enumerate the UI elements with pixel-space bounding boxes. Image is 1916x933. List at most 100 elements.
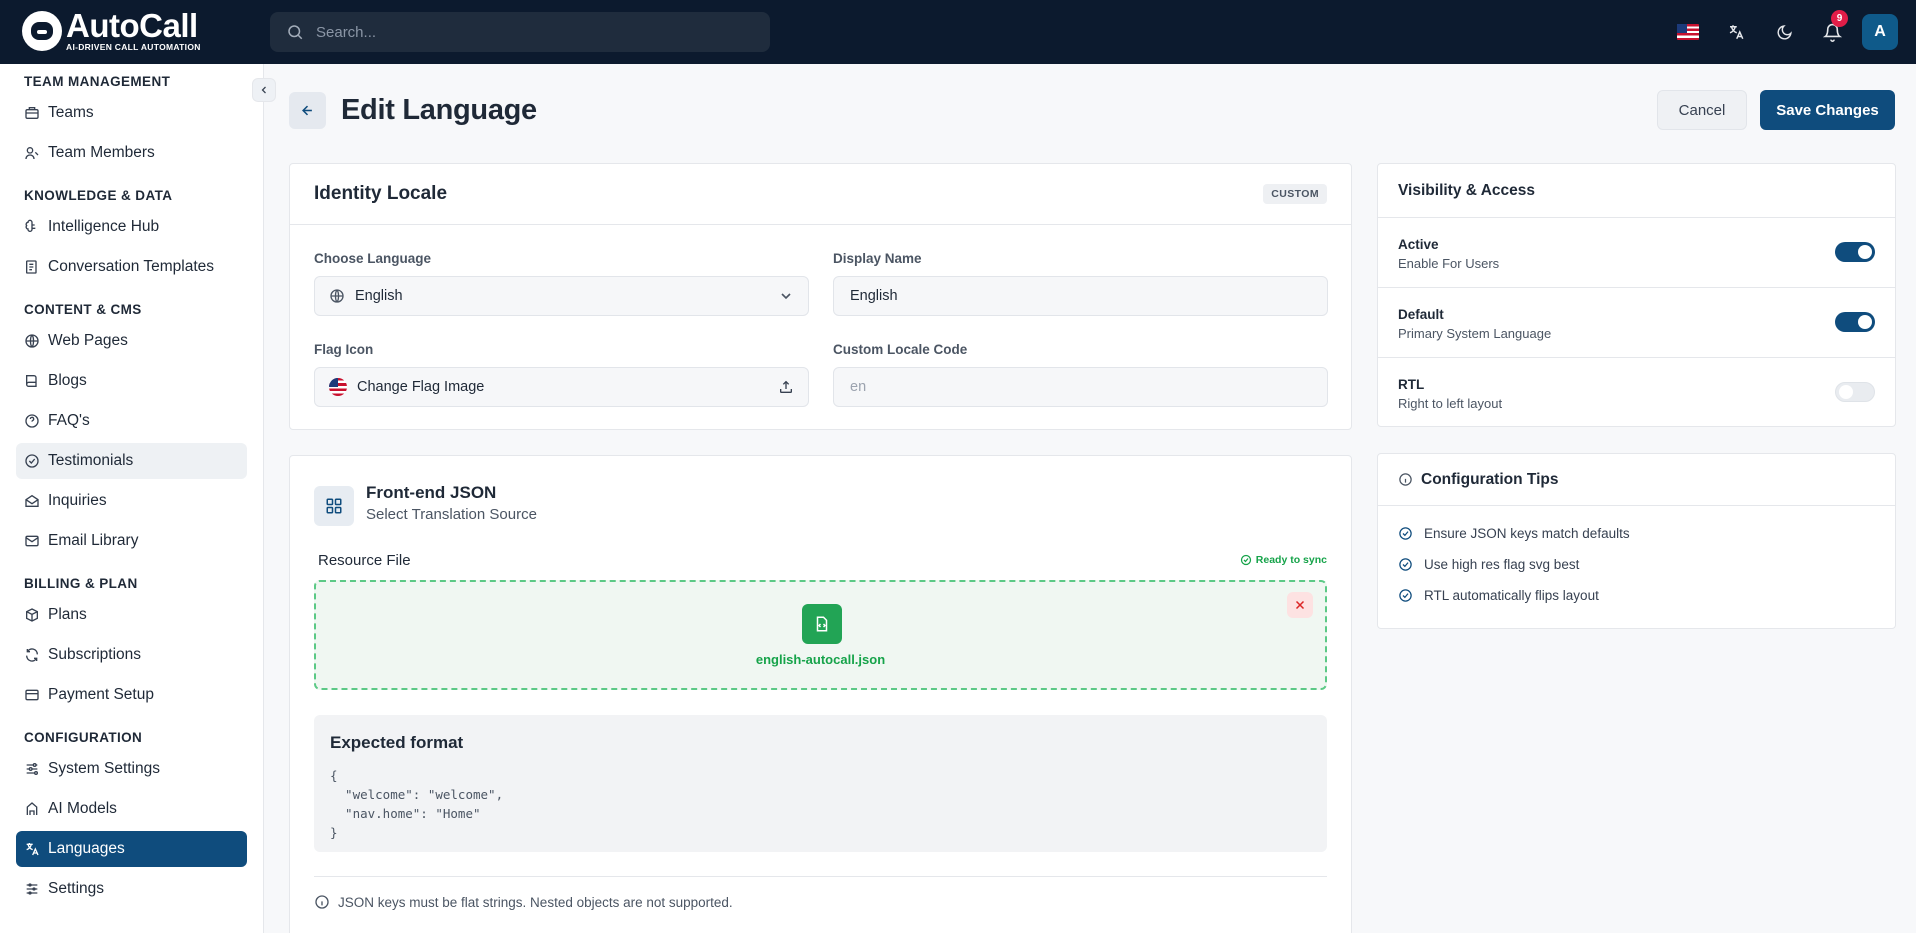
tip-item: RTL automatically flips layout [1378,580,1895,611]
sidebar-item-settings[interactable]: Settings [16,871,247,907]
help-circle-icon [25,414,39,428]
sidebar-item-intelligence-hub[interactable]: Intelligence Hub [16,209,247,245]
sidebar-item-languages[interactable]: Languages [16,831,247,867]
cancel-button[interactable]: Cancel [1657,90,1747,130]
check-circle-icon [1399,589,1412,602]
page-title: Edit Language [341,94,537,126]
ready-status: Ready to sync [1240,554,1327,566]
sidebar-item-conversation-templates[interactable]: Conversation Templates [16,249,247,285]
expected-format-code: { "welcome": "welcome", "nav.home": "Hom… [330,768,504,840]
sidebar-collapse-button[interactable] [252,78,276,102]
rtl-title: RTL [1398,377,1425,392]
check-circle-icon [1399,558,1412,571]
sidebar-item-team-members[interactable]: Team Members [16,135,247,171]
brand-name: AutoCall [66,7,198,44]
active-title: Active [1398,237,1439,252]
section-configuration: CONFIGURATION [24,729,143,745]
rtl-toggle[interactable] [1835,382,1875,402]
active-toggle[interactable] [1835,242,1875,262]
sidebar-item-system-settings[interactable]: System Settings [16,751,247,787]
brand-logo[interactable]: AutoCall AI-DRIVEN CALL AUTOMATION [22,7,201,52]
teams-icon [25,107,39,119]
search-icon [288,25,303,40]
search-bar[interactable] [270,12,770,52]
sidebar-item-subscriptions[interactable]: Subscriptions [16,637,247,673]
display-name-field[interactable]: English [833,276,1328,316]
sidebar: TEAM MANAGEMENT Teams Team Members KNOWL… [0,64,264,933]
remove-file-button[interactable] [1287,592,1313,618]
sidebar-item-ai-models[interactable]: AI Models [16,791,247,827]
active-row: Active Enable For Users [1378,218,1895,288]
search-input[interactable] [316,23,736,41]
sidebar-item-plans[interactable]: Plans [16,597,247,633]
languages-icon [26,843,39,856]
refresh-icon [25,648,39,662]
sidebar-item-payment-setup[interactable]: Payment Setup [16,677,247,713]
quote-icon [25,454,39,468]
expected-format-box: Expected format { "welcome": "welcome", … [314,715,1327,852]
brand-tagline: AI-DRIVEN CALL AUTOMATION [66,42,201,52]
default-subtitle: Primary System Language [1398,326,1552,341]
sidebar-item-testimonials[interactable]: Testimonials [16,443,247,479]
us-flag-icon [1677,24,1699,40]
upload-icon [780,380,792,393]
translate-button[interactable] [1712,0,1760,64]
sidebar-item-teams[interactable]: Teams [16,95,247,131]
identity-locale-card: Identity Locale CUSTOM Choose Language E… [289,163,1352,430]
theme-toggle-button[interactable] [1760,0,1808,64]
locale-code-field[interactable]: en [833,367,1328,407]
flag-icon-label: Flag Icon [314,342,374,357]
resource-file-label: Resource File [318,552,411,569]
user-avatar[interactable]: A [1862,14,1898,50]
frontend-json-title: Front-end JSON [366,483,497,502]
page-header: Edit Language [289,92,537,129]
configuration-tips-title: Configuration Tips [1421,470,1559,488]
template-icon [26,260,37,274]
sidebar-item-blogs[interactable]: Blogs [16,363,247,399]
close-icon [1295,600,1305,610]
top-bar: AutoCall AI-DRIVEN CALL AUTOMATION 9 A [0,0,1916,64]
identity-locale-title: Identity Locale [314,183,448,204]
language-flag-button[interactable] [1664,0,1712,64]
package-icon [26,608,38,622]
sidebar-item-faqs[interactable]: FAQ's [16,403,247,439]
info-icon [315,895,329,909]
globe-icon [25,334,39,348]
file-dropzone[interactable]: english-autocall.json [314,580,1327,690]
section-billing-plan: BILLING & PLAN [24,575,138,591]
configuration-tips-card: Configuration Tips Ensure JSON keys matc… [1377,453,1896,629]
back-button[interactable] [289,92,326,129]
default-toggle[interactable] [1835,312,1875,332]
globe-icon [330,289,344,303]
check-circle-icon [1240,554,1251,566]
sidebar-item-web-pages[interactable]: Web Pages [16,323,247,359]
translate-icon [1729,25,1744,40]
grid-icon [314,486,354,526]
custom-tag: CUSTOM [1263,184,1327,204]
notifications-button[interactable]: 9 [1808,0,1856,64]
choose-language-value: English [355,288,403,304]
book-icon [26,375,37,387]
locale-code-value: en [850,379,867,395]
default-row: Default Primary System Language [1378,288,1895,358]
sidebar-item-email-library[interactable]: Email Library [16,523,247,559]
visibility-access-title: Visibility & Access [1378,164,1895,218]
info-icon [1399,473,1412,486]
change-flag-label: Change Flag Image [357,379,485,395]
mail-icon [25,535,39,547]
save-changes-button[interactable]: Save Changes [1760,90,1895,130]
tip-item: Ensure JSON keys match defaults [1378,518,1895,549]
choose-language-select[interactable]: English [314,276,809,316]
robot-logo-icon [22,11,62,51]
chevron-left-icon [261,86,266,94]
section-team-management: TEAM MANAGEMENT [24,73,171,89]
check-circle-icon [1399,527,1412,540]
sliders-icon [26,763,38,775]
change-flag-button[interactable]: Change Flag Image [314,367,809,407]
visibility-access-card: Visibility & Access Active Enable For Us… [1377,163,1896,427]
frontend-json-card: Front-end JSON Select Translation Source… [289,455,1352,933]
frontend-json-subtitle: Select Translation Source [366,506,537,523]
divider [314,876,1327,877]
sidebar-item-inquiries[interactable]: Inquiries [16,483,247,519]
json-note: JSON keys must be flat strings. Nested o… [314,894,733,910]
